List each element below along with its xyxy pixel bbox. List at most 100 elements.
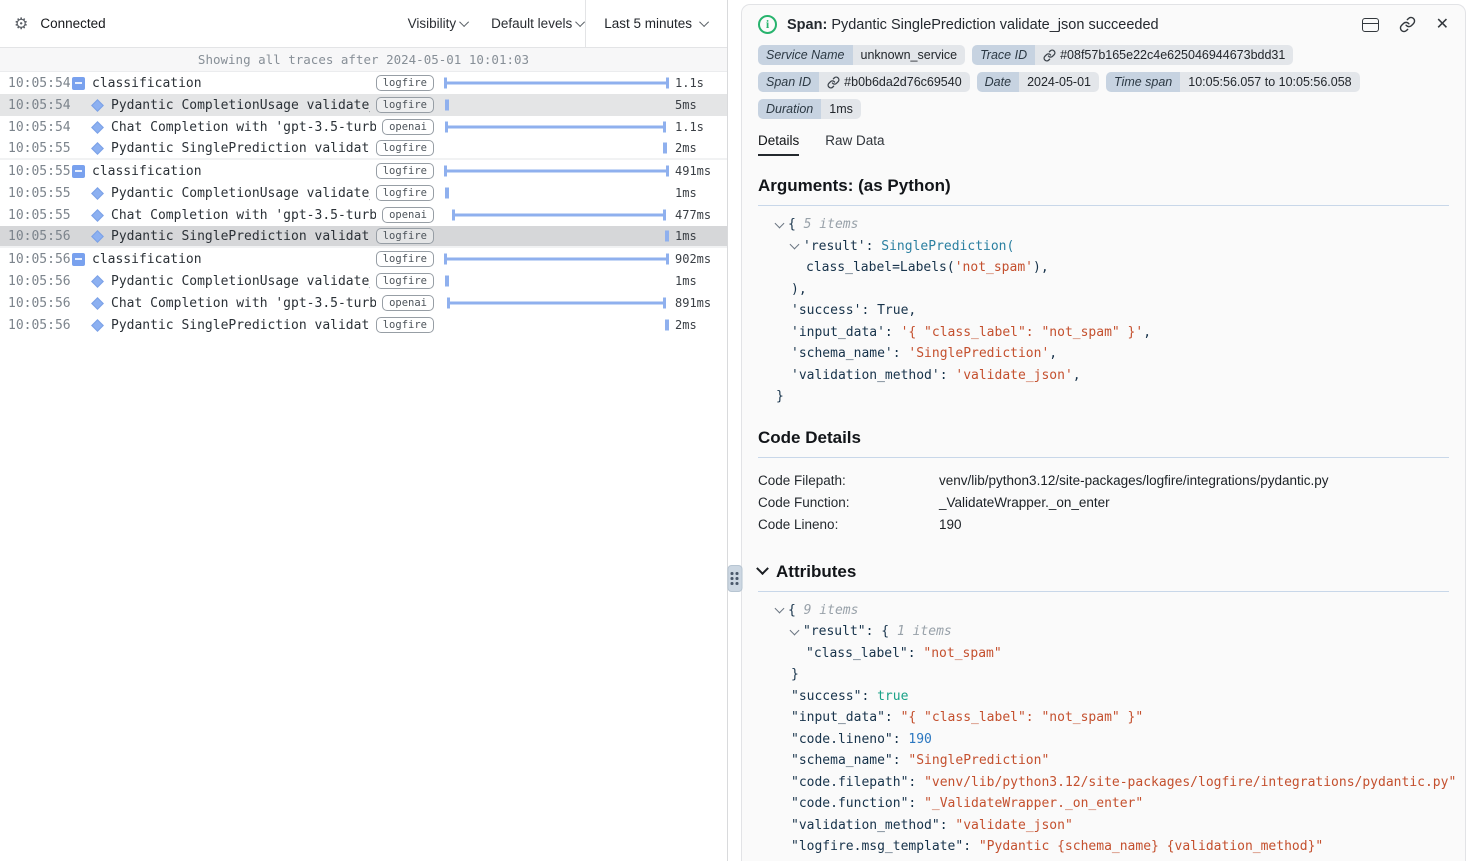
- tag-badge: logfire: [376, 75, 434, 91]
- trace-row[interactable]: 10:05:56 Pydantic SinglePrediction valida…: [0, 314, 727, 336]
- traces-info-bar: Showing all traces after 2024-05-01 10:0…: [0, 48, 727, 72]
- collapse-chevron-icon[interactable]: [790, 625, 800, 635]
- trace-row[interactable]: 10:05:54classificationlogfire1.1s: [0, 72, 727, 94]
- app-root: ⚙ Connected Visibility Default levels La…: [0, 0, 1472, 861]
- settings-gear-icon[interactable]: ⚙: [14, 14, 28, 34]
- row-duration: 477ms: [675, 208, 727, 222]
- attributes-toggle[interactable]: Attributes: [758, 562, 1449, 582]
- row-time: 10:05:56: [8, 274, 66, 289]
- visibility-dropdown[interactable]: Visibility: [408, 16, 470, 31]
- meta-badge: Service Nameunknown_service: [758, 45, 965, 65]
- collapse-square-icon[interactable]: [72, 165, 85, 178]
- tag-badge: openai: [382, 119, 434, 135]
- trace-row[interactable]: 10:05:54Pydantic CompletionUsage validat…: [0, 94, 727, 116]
- code-line: 'result': SinglePrediction(: [758, 236, 1449, 258]
- span-name: classification: [92, 76, 370, 91]
- link-icon: [1043, 49, 1056, 62]
- badge-value[interactable]: #08f57b165e22c4e625046944673bdd31: [1035, 45, 1293, 65]
- code-line: 'success': True,: [758, 300, 1449, 322]
- tab-details[interactable]: Details: [758, 133, 799, 156]
- timeline-track: [444, 72, 669, 94]
- panel-divider[interactable]: [728, 0, 741, 861]
- tab-raw-data[interactable]: Raw Data: [825, 133, 884, 156]
- span-name: Chat Completion with 'gpt-3.5-turbo-061: [111, 120, 376, 135]
- trace-row[interactable]: 10:05:56 Pydantic CompletionUsage validat…: [0, 270, 727, 292]
- timeline-track: [444, 248, 669, 270]
- span-name: Pydantic SinglePrediction validate_json: [111, 229, 370, 244]
- collapse-square-icon[interactable]: [72, 253, 85, 266]
- code-line: "validation_method": "validate_json": [758, 815, 1449, 837]
- default-levels-dropdown[interactable]: Default levels: [491, 16, 585, 31]
- badge-value[interactable]: #b0b6da2d76c69540: [819, 72, 969, 92]
- chevron-down-icon: [459, 17, 469, 27]
- span-diamond-icon: [91, 99, 104, 112]
- section-rule: [758, 591, 1449, 592]
- badge-value: 2024-05-01: [1019, 72, 1099, 92]
- link-icon: [1399, 16, 1416, 33]
- timeline-track: [444, 204, 669, 226]
- code-line: "input_data": "{ "class_label": "not_spa…: [758, 707, 1449, 729]
- trace-row[interactable]: 10:05:55Pydantic SinglePrediction valida…: [0, 138, 727, 160]
- code-line: 'validation_method': 'validate_json',: [758, 365, 1449, 387]
- code-line: "success": true: [758, 686, 1449, 708]
- duration-bar: [665, 231, 669, 242]
- trace-row[interactable]: 10:05:56Pydantic SinglePrediction valida…: [0, 226, 727, 248]
- span-name: Chat Completion with 'gpt-3.5-turbo-061: [111, 296, 376, 311]
- code-details-heading: Code Details: [758, 428, 1449, 448]
- time-range-dropdown[interactable]: Last 5 minutes: [585, 0, 727, 48]
- code-line: "code.lineno": 190: [758, 729, 1449, 751]
- span-diamond-icon: [91, 209, 104, 222]
- code-line: }: [758, 858, 1449, 861]
- row-duration: 2ms: [675, 141, 727, 155]
- meta-badge: Duration1ms: [758, 99, 861, 119]
- trace-row[interactable]: 10:05:54Chat Completion with 'gpt-3.5-tu…: [0, 116, 727, 138]
- code-detail-label: Code Lineno:: [758, 514, 939, 536]
- divider-drag-handle-icon[interactable]: [727, 565, 742, 592]
- code-details-rows: Code Filepath:venv/lib/python3.12/site-p…: [758, 470, 1449, 536]
- trace-row[interactable]: 10:05:55Pydantic CompletionUsage validat…: [0, 182, 727, 204]
- span-name: Pydantic CompletionUsage validate_python: [111, 274, 370, 289]
- span-name: Pydantic SinglePrediction validate_json: [111, 318, 370, 333]
- attributes-heading: Attributes: [776, 562, 856, 582]
- trace-row[interactable]: 10:05:56Chat Completion with 'gpt-3.5-tu…: [0, 292, 727, 314]
- panel-layout-icon: [1362, 18, 1379, 32]
- code-line: { 5 items: [758, 214, 1449, 236]
- row-duration: 5ms: [675, 98, 727, 112]
- timeline-track: [444, 226, 669, 246]
- row-time: 10:05:56: [8, 252, 66, 267]
- close-button[interactable]: ✕: [1436, 17, 1449, 33]
- badge-label: Service Name: [758, 45, 853, 65]
- code-line: "result": { 1 items: [758, 621, 1449, 643]
- span-name: Pydantic CompletionUsage validate_python: [111, 186, 370, 201]
- row-time: 10:05:56: [8, 318, 66, 333]
- arguments-heading: Arguments: (as Python): [758, 176, 1449, 196]
- tag-badge: openai: [382, 295, 434, 311]
- code-line: }: [758, 386, 1449, 408]
- badge-value: unknown_service: [853, 45, 966, 65]
- section-rule: [758, 205, 1449, 206]
- trace-row[interactable]: 10:05:55Chat Completion with 'gpt-3.5-tu…: [0, 204, 727, 226]
- collapse-chevron-icon[interactable]: [775, 218, 785, 228]
- row-time: 10:05:55: [8, 164, 66, 179]
- time-range-label: Last 5 minutes: [604, 16, 692, 31]
- trace-panel: ⚙ Connected Visibility Default levels La…: [0, 0, 728, 861]
- span-title: Span: Pydantic SinglePrediction validate…: [787, 17, 1159, 33]
- collapse-chevron-icon[interactable]: [775, 604, 785, 614]
- timeline-track: [444, 292, 669, 314]
- toggle-panel-button[interactable]: [1362, 18, 1379, 32]
- collapse-chevron-icon[interactable]: [790, 240, 800, 250]
- meta-badge: Time span10:05:56.057 to 10:05:56.058: [1106, 72, 1360, 92]
- copy-link-button[interactable]: [1399, 16, 1416, 33]
- span-diamond-icon: [91, 275, 104, 288]
- span-name: classification: [92, 252, 370, 267]
- trace-row[interactable]: 10:05:55classificationlogfire491ms: [0, 160, 727, 182]
- trace-row[interactable]: 10:05:56classificationlogfire902ms: [0, 248, 727, 270]
- duration-bar: [444, 78, 669, 89]
- duration-bar: [444, 166, 669, 177]
- collapse-square-icon[interactable]: [72, 77, 85, 90]
- code-line: "code.filepath": "venv/lib/python3.12/si…: [758, 772, 1449, 794]
- badge-label: Duration: [758, 99, 821, 119]
- badge-label: Time span: [1106, 72, 1180, 92]
- span-meta-badges: Service Nameunknown_serviceTrace ID#08f5…: [758, 45, 1449, 119]
- code-detail-row: Code Function:_ValidateWrapper._on_enter: [758, 492, 1449, 514]
